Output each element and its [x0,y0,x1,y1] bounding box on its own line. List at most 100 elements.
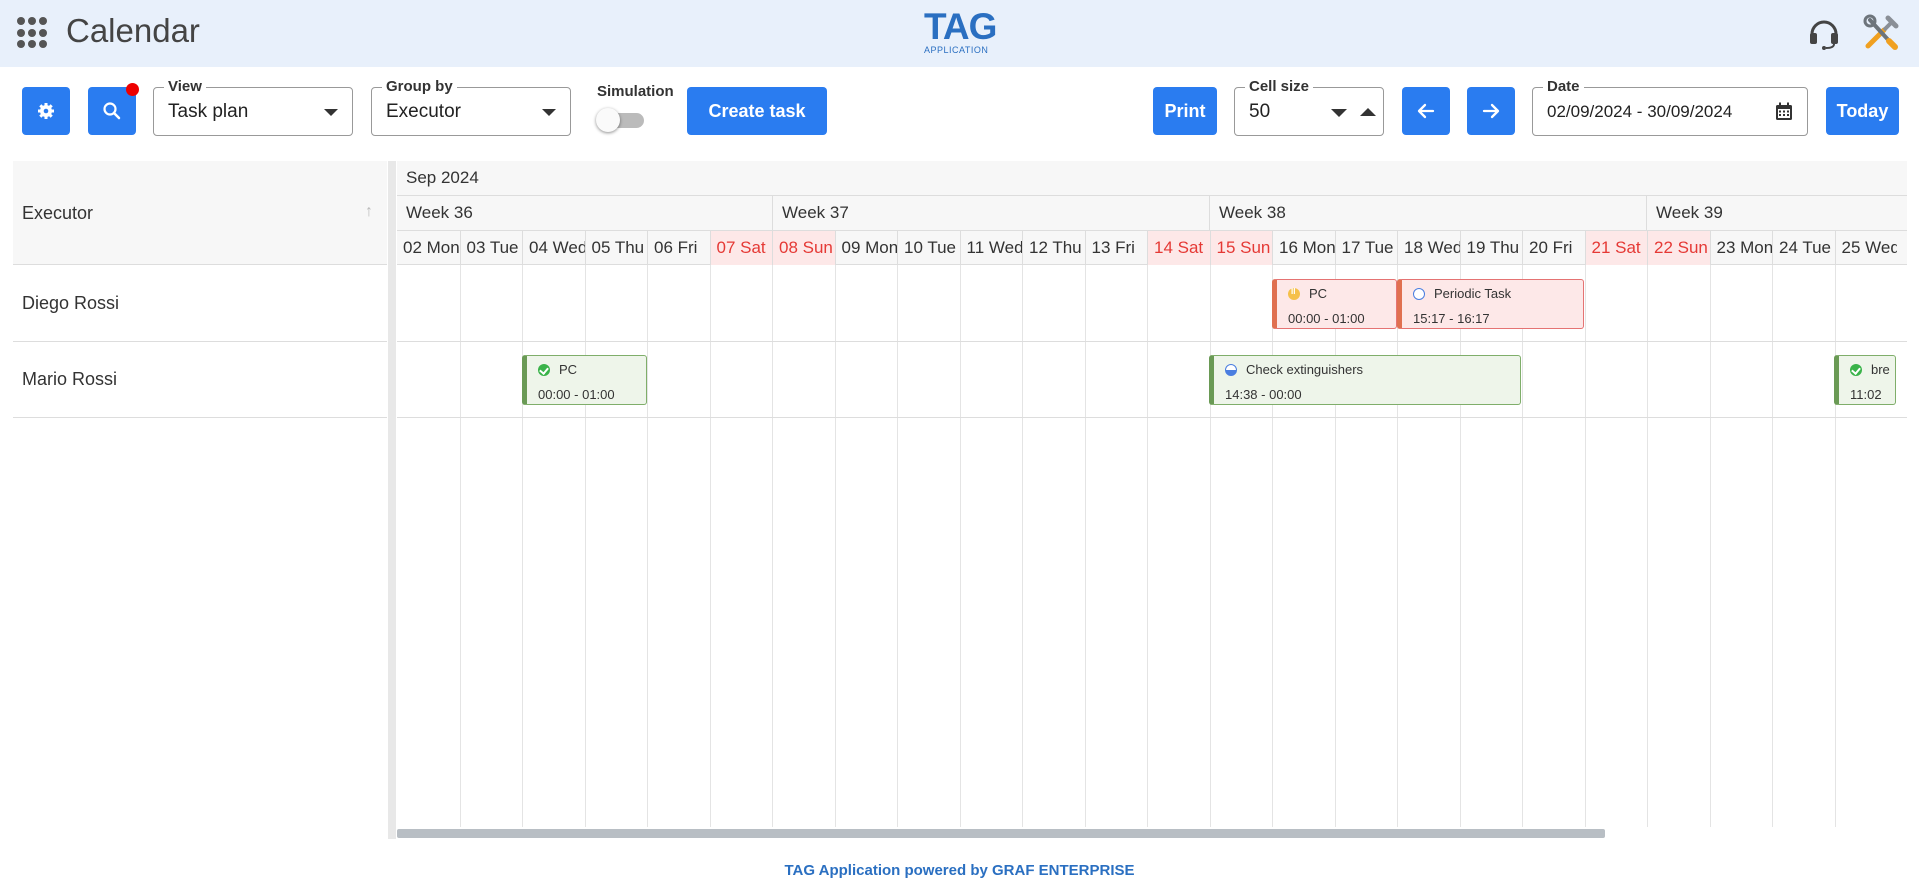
executor-row: Mario Rossi [13,342,387,418]
day-gridline [584,265,586,827]
month-header: Sep 2024 [397,161,1907,196]
create-task-button[interactable]: Create task [687,87,827,135]
filter-active-badge [126,83,139,96]
logo-subtext: APPLICATION [924,45,989,55]
cell-size-label: Cell size [1245,78,1314,95]
task-name: Check extinguishers [1246,362,1364,377]
settings-button[interactable] [22,87,70,135]
task-card[interactable]: Check extinguishers 14:38 - 00:00 [1209,355,1521,405]
horizontal-scrollbar[interactable] [397,829,1605,838]
app-logo: TAG APPLICATION [924,6,997,55]
week-header: Week 36 Week 37 Week 38 Week 39 [397,196,1907,231]
view-label: View [164,78,206,95]
day-label: 19 Thu [1459,231,1523,265]
week-label: Week 38 [1209,196,1646,231]
executor-header-label: Executor [22,203,94,223]
task-card[interactable]: PC 00:00 - 01:00 [522,355,647,405]
today-button[interactable]: Today [1826,87,1899,135]
day-label: 10 Tue [897,231,960,265]
day-label: 05 Thu [584,231,648,265]
day-gridline [522,265,523,827]
task-card[interactable]: PC 00:00 - 01:00 [1272,279,1397,329]
in-progress-status-icon [1225,364,1237,376]
open-status-icon [1413,288,1425,300]
day-gridline [1834,265,1836,827]
page-title: Calendar [66,12,200,49]
day-label: 13 Fri [1084,231,1148,265]
week-label: Week 39 [1646,196,1907,231]
done-status-icon [1850,364,1862,376]
day-label: 06 Fri [647,231,710,265]
gear-icon [38,103,54,119]
calendar-icon[interactable] [1775,102,1793,126]
arrow-left-icon [1417,103,1435,119]
day-label: 21 Sat [1584,231,1647,265]
day-gridline [709,265,711,827]
logo-text: TAG [924,6,997,47]
task-time: 15:17 - 16:17 [1413,311,1490,326]
increase-icon[interactable] [1360,108,1376,116]
day-gridline [1522,265,1523,827]
view-select[interactable]: View Task plan [153,78,353,136]
group-by-label: Group by [382,78,457,95]
month-label: Sep 2024 [406,168,479,187]
day-label: 25 Wed [1834,231,1897,265]
day-gridline [959,265,961,827]
apps-grid-icon[interactable] [17,17,49,49]
day-label: 07 Sat [709,231,772,265]
task-card[interactable]: Periodic Task 15:17 - 16:17 [1397,279,1584,329]
group-by-select[interactable]: Group by Executor [371,78,571,136]
app-header: Calendar TAG APPLICATION [0,0,1919,67]
chevron-down-icon [542,109,556,116]
previous-period-button[interactable] [1402,87,1450,135]
day-gridline [1209,265,1211,827]
decrease-icon[interactable] [1331,109,1347,117]
day-gridline [1084,265,1086,827]
day-gridline [1022,265,1023,827]
task-time: 00:00 - 01:00 [1288,311,1365,326]
day-label: 09 Mon [834,231,897,265]
executor-column-header[interactable]: Executor ↑ [13,161,387,265]
next-period-button[interactable] [1467,87,1515,135]
tools-icon[interactable] [1862,14,1900,52]
print-button[interactable]: Print [1153,87,1217,135]
task-name: PC [1309,286,1328,301]
day-label: 02 Mon [403,238,460,257]
day-gridline [1709,265,1711,827]
week-label: Week 36 [406,203,473,222]
day-gridline [1334,265,1336,827]
day-gridline [647,265,648,827]
day-gridline [897,265,898,827]
footer-text: TAG Application powered by GRAF ENTERPRI… [784,862,1135,879]
task-name: bre [1871,362,1890,377]
date-range-value: 02/09/2024 - 30/09/2024 [1547,102,1733,121]
date-range-field[interactable]: Date 02/09/2024 - 30/09/2024 [1532,78,1808,136]
executor-row: Diego Rossi [13,266,387,342]
day-label: 04 Wed [522,231,585,265]
day-label: 11 Wed [959,231,1022,265]
headset-support-icon[interactable] [1806,15,1842,51]
day-gridline [1272,265,1273,827]
simulation-label: Simulation [597,83,674,100]
search-icon [103,102,121,120]
day-label: 08 Sun [772,231,835,265]
cell-size-value: 50 [1249,101,1271,122]
task-time: 00:00 - 01:00 [538,387,615,402]
column-splitter[interactable] [388,161,396,839]
task-card[interactable]: bre 11:02 [1834,355,1896,405]
cell-size-stepper[interactable]: Cell size 50 [1234,78,1384,136]
day-label: 16 Mon [1272,231,1335,265]
day-label: 17 Tue [1334,231,1398,265]
row-divider [397,417,1907,418]
executor-name: Diego Rossi [22,293,120,313]
simulation-toggle-knob[interactable] [596,108,620,132]
day-label: 18 Wed [1397,231,1460,265]
task-name: PC [559,362,578,377]
chevron-down-icon [324,109,338,116]
day-label: 24 Tue [1772,231,1835,265]
task-name: Periodic Task [1434,286,1512,301]
day-label: 22 Sun [1647,231,1710,265]
day-label: 03 Tue [459,231,523,265]
sort-arrow-icon[interactable]: ↑ [365,203,373,221]
day-label: 23 Mon [1709,231,1772,265]
